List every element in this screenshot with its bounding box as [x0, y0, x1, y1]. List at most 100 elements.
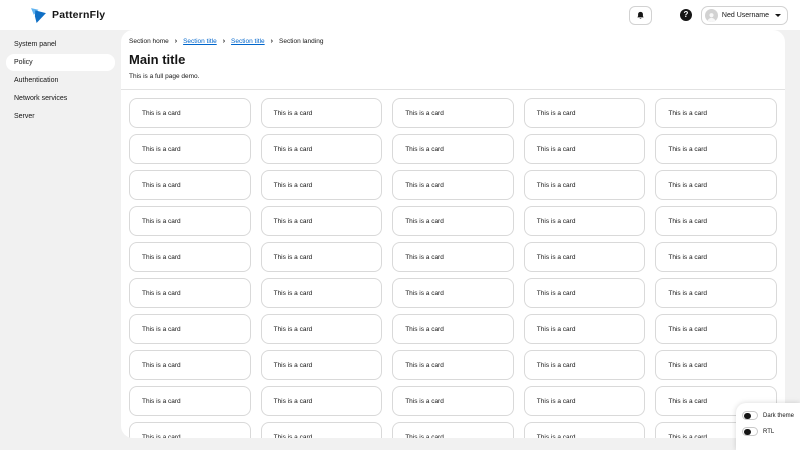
card: This is a card — [523, 422, 646, 439]
sidebar-item-system-panel[interactable]: System panel — [6, 36, 115, 53]
notifications-button[interactable] — [628, 5, 652, 25]
card: This is a card — [523, 350, 646, 380]
card: This is a card — [129, 314, 251, 344]
card-label: This is a card — [536, 289, 576, 297]
card: This is a card — [655, 98, 777, 128]
card: This is a card — [655, 170, 777, 200]
card: This is a card — [129, 206, 251, 236]
card-label: This is a card — [668, 253, 708, 261]
card-label: This is a card — [536, 145, 576, 153]
card-label: This is a card — [142, 325, 181, 333]
card: This is a card — [129, 134, 251, 164]
card-grid: This is a card This is a card This is a ca… — [121, 90, 785, 438]
card: This is a card — [392, 278, 514, 308]
help-button[interactable]: ? — [679, 9, 692, 21]
preferences-panel: Dark theme RTL — [736, 403, 800, 450]
breadcrumb-separator-icon: › — [222, 38, 226, 45]
sidebar-item-network-services[interactable]: Network services — [6, 90, 115, 107]
breadcrumb: Section home › Section title › Section title… — [129, 38, 777, 45]
toggle-label: RTL — [763, 428, 775, 435]
card: This is a card — [392, 98, 514, 128]
card-label: This is a card — [142, 109, 181, 117]
brand[interactable]: PatternFly — [30, 7, 105, 24]
card: This is a card — [260, 206, 383, 236]
card-label: This is a card — [273, 145, 313, 153]
card: This is a card — [655, 134, 777, 164]
chevron-down-icon — [775, 13, 781, 17]
card: This is a card — [260, 422, 383, 439]
bell-icon — [637, 11, 644, 19]
card-label: This is a card — [273, 217, 313, 225]
card-label: This is a card — [273, 325, 313, 333]
card: This is a card — [260, 314, 383, 344]
main-panel: Section home › Section title › Section title… — [121, 30, 785, 438]
card: This is a card — [129, 422, 251, 438]
patternfly-logo-icon — [31, 7, 46, 23]
rtl-toggle[interactable] — [742, 427, 758, 436]
breadcrumb-item: Section home — [129, 38, 169, 45]
toggle-row: RTL — [742, 427, 794, 436]
user-menu-button[interactable]: Ned Username — [700, 5, 788, 25]
card-label: This is a card — [536, 253, 576, 261]
card: This is a card — [392, 422, 514, 438]
card: This is a card — [392, 386, 514, 416]
card-label: This is a card — [536, 109, 576, 117]
dark-theme-toggle[interactable] — [742, 411, 758, 420]
card-label: This is a card — [405, 253, 444, 261]
card-label: This is a card — [405, 397, 444, 405]
card-label: This is a card — [405, 361, 444, 369]
card: This is a card — [655, 278, 777, 308]
card-label: This is a card — [405, 433, 444, 439]
card-label: This is a card — [405, 289, 444, 297]
card-label: This is a card — [142, 145, 181, 153]
sidebar-item-server[interactable]: Server — [6, 108, 115, 125]
card: This is a card — [129, 98, 251, 128]
card-label: This is a card — [142, 289, 181, 297]
card: This is a card — [260, 386, 383, 416]
card: This is a card — [392, 134, 514, 164]
card-label: This is a card — [273, 361, 313, 369]
card-label: This is a card — [668, 433, 708, 439]
card: This is a card — [260, 278, 383, 308]
card-label: This is a card — [273, 289, 313, 297]
card-label: This is a card — [536, 433, 576, 439]
toggle-knob — [744, 412, 751, 419]
card-label: This is a card — [668, 145, 708, 153]
card-label: This is a card — [668, 217, 708, 225]
app-header: PatternFly ? Ned Username — [0, 0, 800, 30]
card: This is a card — [523, 278, 646, 308]
breadcrumb-item[interactable]: Section title — [183, 38, 217, 45]
card-label: This is a card — [405, 145, 444, 153]
card-label: This is a card — [273, 433, 313, 439]
card-label: This is a card — [536, 361, 576, 369]
page-subtitle: This is a full page demo. — [129, 73, 200, 80]
card: This is a card — [392, 314, 514, 344]
card-label: This is a card — [668, 109, 708, 117]
brand-name: PatternFly — [52, 9, 106, 21]
sidebar-item-policy[interactable]: Policy — [6, 54, 115, 71]
sidebar-item-authentication[interactable]: Authentication — [6, 72, 115, 89]
toggle-knob — [744, 428, 751, 435]
card: This is a card — [655, 314, 777, 344]
card-label: This is a card — [668, 325, 708, 333]
card: This is a card — [523, 206, 646, 236]
card: This is a card — [260, 98, 383, 128]
card-label: This is a card — [273, 109, 313, 117]
card: This is a card — [260, 134, 383, 164]
card: This is a card — [523, 314, 646, 344]
card-label: This is a card — [273, 253, 313, 261]
breadcrumb-separator-icon: › — [174, 38, 178, 45]
card-label: This is a card — [668, 397, 708, 405]
card-label: This is a card — [405, 181, 444, 189]
card-label: This is a card — [668, 289, 708, 297]
card: This is a card — [523, 386, 646, 416]
card: This is a card — [129, 278, 251, 308]
card: This is a card — [392, 206, 514, 236]
card: This is a card — [655, 350, 777, 380]
user-icon — [707, 12, 716, 22]
card: This is a card — [523, 170, 646, 200]
toggle-row: Dark theme — [742, 411, 794, 420]
page-title: Main title — [129, 52, 186, 67]
breadcrumb-item[interactable]: Section title — [231, 38, 265, 45]
card: This is a card — [129, 242, 251, 272]
